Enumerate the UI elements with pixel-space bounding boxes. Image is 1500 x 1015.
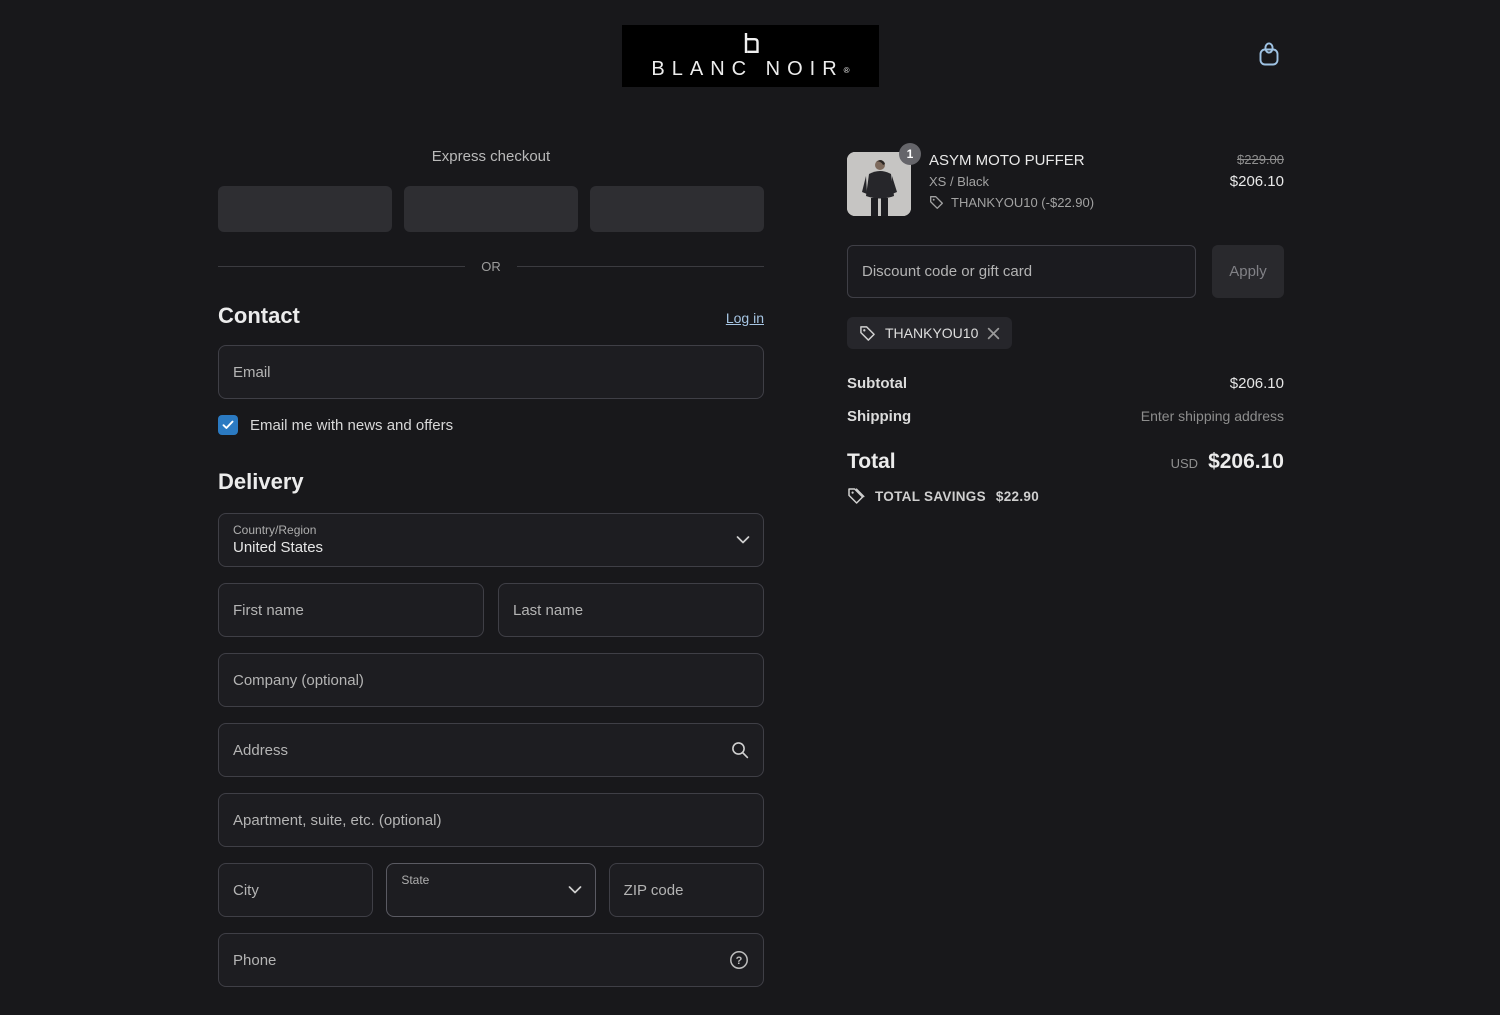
zip-field bbox=[608, 863, 764, 917]
apply-button[interactable]: Apply bbox=[1212, 245, 1284, 298]
shipping-value: Enter shipping address bbox=[1140, 408, 1284, 424]
total-savings-value: $22.90 bbox=[995, 488, 1040, 504]
phone-field: ? bbox=[218, 933, 764, 987]
brand-logo[interactable]: BLANC NOIR® bbox=[622, 25, 879, 87]
email-field bbox=[218, 345, 764, 399]
currency-code: USD bbox=[1170, 456, 1199, 471]
divider-line bbox=[516, 266, 764, 267]
city-input[interactable] bbox=[219, 864, 373, 916]
total-label: Total bbox=[847, 450, 896, 473]
apartment-input[interactable] bbox=[219, 794, 763, 846]
checkmark-icon bbox=[222, 420, 234, 430]
phone-input[interactable] bbox=[219, 934, 763, 986]
address-input[interactable] bbox=[219, 724, 763, 776]
first-name-input[interactable] bbox=[219, 584, 483, 636]
quantity-badge: 1 bbox=[899, 143, 921, 165]
price-current: $206.10 bbox=[1229, 173, 1284, 190]
express-checkout-button-3[interactable] bbox=[590, 186, 764, 232]
company-field bbox=[218, 653, 764, 707]
express-checkout-buttons bbox=[218, 186, 764, 232]
newsletter-row: Email me with news and offers bbox=[218, 415, 764, 435]
country-select-label: Country/Region bbox=[233, 523, 317, 537]
newsletter-checkbox[interactable] bbox=[218, 415, 238, 435]
registered-mark: ® bbox=[843, 66, 850, 75]
zip-input[interactable] bbox=[609, 864, 763, 916]
express-checkout-button-2[interactable] bbox=[404, 186, 578, 232]
city-field bbox=[218, 863, 374, 917]
total-savings-label: TOTAL SAVINGS bbox=[875, 488, 986, 504]
contact-heading: Contact bbox=[218, 303, 300, 328]
applied-discount-code: THANKYOU10 bbox=[885, 325, 979, 341]
product-variant: XS / Black bbox=[929, 174, 989, 189]
product-name: ASYM MOTO PUFFER bbox=[929, 152, 1085, 169]
subtotal-row: Subtotal $206.10 bbox=[847, 375, 1284, 392]
subtotal-value: $206.10 bbox=[1229, 375, 1284, 392]
discount-code-row: Apply bbox=[847, 245, 1284, 298]
help-icon[interactable]: ? bbox=[729, 950, 749, 970]
chevron-down-icon bbox=[568, 886, 582, 895]
brand-glyph-icon bbox=[738, 31, 764, 55]
order-summary: 1 ASYM MOTO PUFFER XS / Black THANKYOU10… bbox=[847, 143, 1284, 505]
svg-text:?: ? bbox=[736, 955, 743, 967]
shipping-row: Shipping Enter shipping address bbox=[847, 408, 1284, 425]
total-row: Total USD $206.10 bbox=[847, 450, 1284, 474]
chevron-down-icon bbox=[736, 536, 750, 545]
tags-icon bbox=[847, 487, 865, 505]
search-icon bbox=[731, 741, 749, 759]
company-input[interactable] bbox=[219, 654, 763, 706]
shopping-bag-icon bbox=[1254, 40, 1284, 72]
email-input[interactable] bbox=[219, 346, 763, 398]
brand-name: BLANC NOIR® bbox=[651, 58, 850, 80]
subtotal-label: Subtotal bbox=[847, 375, 907, 392]
tag-icon bbox=[859, 325, 876, 342]
state-select-label: State bbox=[401, 873, 430, 887]
checkout-form-column: Express checkout OR Contact Log in Email… bbox=[218, 148, 764, 1003]
price-original: $229.00 bbox=[1237, 152, 1284, 167]
cart-button[interactable] bbox=[1250, 37, 1288, 75]
address-field bbox=[218, 723, 764, 777]
tag-icon bbox=[929, 195, 944, 210]
discount-code-field bbox=[847, 245, 1196, 298]
line-item-discount: THANKYOU10 (-$22.90) bbox=[951, 195, 1095, 210]
country-select[interactable]: Country/Region United States bbox=[218, 513, 764, 567]
newsletter-label: Email me with news and offers bbox=[250, 416, 454, 434]
cart-line-item: 1 ASYM MOTO PUFFER XS / Black THANKYOU10… bbox=[847, 143, 1284, 216]
state-select[interactable]: State bbox=[386, 863, 596, 917]
shipping-label: Shipping bbox=[847, 408, 912, 425]
total-savings-row: TOTAL SAVINGS $22.90 bbox=[847, 487, 1284, 505]
login-link[interactable]: Log in bbox=[726, 310, 764, 326]
applied-discount-chip: THANKYOU10 bbox=[847, 317, 1013, 349]
discount-code-input[interactable] bbox=[848, 246, 1195, 297]
or-divider: OR bbox=[218, 259, 764, 274]
country-select-value: United States bbox=[233, 539, 324, 556]
apartment-field bbox=[218, 793, 764, 847]
first-name-field bbox=[218, 583, 484, 637]
last-name-input[interactable] bbox=[499, 584, 763, 636]
last-name-field bbox=[498, 583, 764, 637]
or-divider-label: OR bbox=[481, 259, 501, 274]
close-icon[interactable] bbox=[987, 327, 1000, 340]
express-checkout-title: Express checkout bbox=[431, 148, 551, 165]
total-value: $206.10 bbox=[1208, 450, 1284, 473]
delivery-heading: Delivery bbox=[218, 469, 304, 494]
express-checkout-button-1[interactable] bbox=[218, 186, 392, 232]
divider-line bbox=[218, 266, 466, 267]
